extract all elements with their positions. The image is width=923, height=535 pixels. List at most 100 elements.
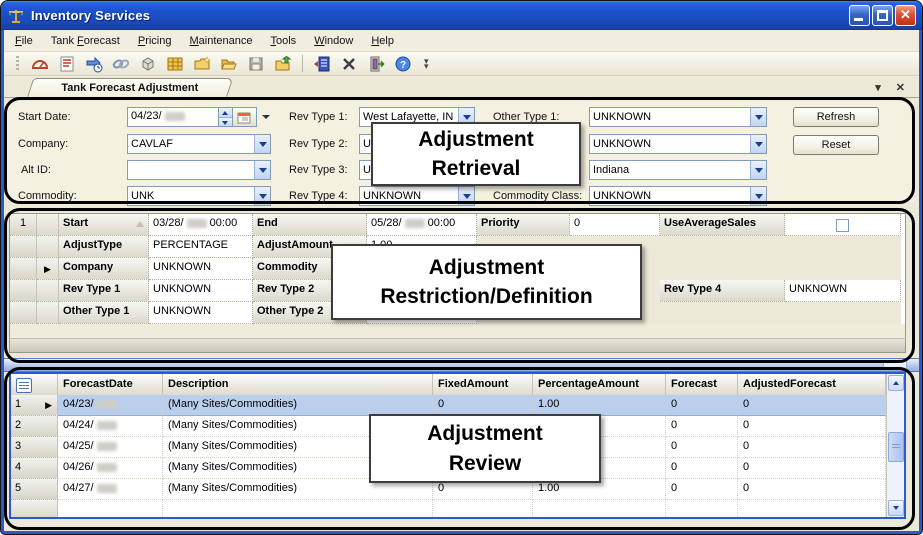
cell-forecastdate[interactable]: 04/26/ <box>58 458 163 479</box>
cell-forecastdate[interactable]: 04/24/ <box>58 416 163 437</box>
report-icon[interactable] <box>57 54 77 74</box>
menu-tools[interactable]: Tools <box>271 35 297 47</box>
exit-icon[interactable] <box>366 54 386 74</box>
column-header-description[interactable]: Description <box>163 374 433 396</box>
company-combobox[interactable]: CAVLAF <box>127 134 271 154</box>
help-icon[interactable]: ? <box>393 54 413 74</box>
refresh-button[interactable]: Refresh <box>793 107 879 127</box>
cell-forecastdate[interactable]: 04/23/ <box>58 395 163 416</box>
definition-value-end[interactable]: 05/28/ 00:00 <box>367 214 477 236</box>
column-header-forecast[interactable]: Forecast <box>666 374 738 396</box>
cell-forecast[interactable]: 0 <box>666 437 738 458</box>
gauge-icon[interactable] <box>30 54 50 74</box>
definition-value-priority[interactable]: 0 <box>570 214 660 236</box>
column-header-adjustedforecast[interactable]: AdjustedForecast <box>738 374 886 396</box>
splitter-bar[interactable] <box>4 358 919 372</box>
cell-forecast[interactable]: 0 <box>666 395 738 416</box>
alt-id-combobox[interactable] <box>127 160 271 180</box>
start-date-input[interactable]: 04/23/ <box>127 107 219 127</box>
cube-icon[interactable] <box>138 54 158 74</box>
open-folder-icon[interactable] <box>219 54 239 74</box>
cell-forecastdate[interactable]: 04/25/ <box>58 437 163 458</box>
commodity-combobox[interactable]: UNK <box>127 186 271 206</box>
column-header-fixedamount[interactable]: FixedAmount <box>433 374 533 396</box>
rev-type-4-combobox[interactable]: UNKNOWN <box>359 186 475 206</box>
new-folder-icon[interactable] <box>192 54 212 74</box>
cell-description[interactable]: (Many Sites/Commodities) <box>163 395 433 416</box>
definition-value-start[interactable]: 03/28/ 00:00 <box>149 214 253 236</box>
toolbar-grip[interactable] <box>16 56 19 72</box>
maximize-button[interactable] <box>872 5 893 26</box>
combo-arrow-icon[interactable] <box>750 161 766 179</box>
spin-up-icon[interactable] <box>219 108 232 117</box>
cell-forecast[interactable]: 0 <box>666 479 738 500</box>
calendar-dropdown-icon[interactable] <box>259 107 272 127</box>
combo-arrow-icon[interactable] <box>254 161 270 179</box>
use-average-sales-checkbox[interactable] <box>836 219 849 232</box>
combo-arrow-icon[interactable] <box>750 187 766 205</box>
row-header[interactable]: 4 <box>11 458 58 479</box>
export-folder-icon[interactable] <box>273 54 293 74</box>
scroll-up-icon[interactable] <box>888 375 904 391</box>
definition-value-rev-type-1[interactable]: UNKNOWN <box>149 280 253 302</box>
combo-arrow-icon[interactable] <box>750 108 766 126</box>
other-type-1-combobox[interactable]: UNKNOWN <box>589 107 767 127</box>
row-header[interactable]: 3 <box>11 437 58 458</box>
cell-adjustedforecast[interactable]: 0 <box>738 437 886 458</box>
tab-tank-forecast-adjustment[interactable]: Tank Forecast Adjustment <box>27 78 233 98</box>
definition-value-company[interactable]: UNKNOWN <box>149 258 253 280</box>
row-header[interactable]: 5 <box>11 479 58 500</box>
menu-help[interactable]: Help <box>371 35 394 47</box>
combo-arrow-icon[interactable] <box>458 187 474 205</box>
combo-arrow-icon[interactable] <box>254 187 270 205</box>
column-header-percentageamount[interactable]: PercentageAmount <box>533 374 666 396</box>
definition-value-rev-type-4[interactable]: UNKNOWN <box>785 280 901 302</box>
minimize-button[interactable] <box>849 5 870 26</box>
combo-arrow-icon[interactable] <box>254 135 270 153</box>
splitter-button[interactable] <box>883 360 907 371</box>
reset-button[interactable]: Reset <box>793 135 879 155</box>
column-header-forecastdate[interactable]: ForecastDate <box>58 374 163 396</box>
vertical-scrollbar[interactable] <box>886 374 904 517</box>
scrollbar-thumb[interactable] <box>888 432 904 462</box>
other-row2-combobox[interactable]: UNKNOWN <box>589 134 767 154</box>
schedule-icon[interactable] <box>84 54 104 74</box>
definition-value-useaveragesales <box>785 214 901 236</box>
menu-window[interactable]: Window <box>314 35 353 47</box>
definition-value-other-type-1[interactable]: UNKNOWN <box>149 302 253 324</box>
menu-pricing[interactable]: Pricing <box>138 35 172 47</box>
combo-arrow-icon[interactable] <box>750 135 766 153</box>
row-header[interactable]: 1▶ <box>11 395 58 416</box>
cell-forecast[interactable]: 0 <box>666 458 738 479</box>
menu-tank-forecast[interactable]: Tank Forecast <box>51 35 120 47</box>
menu-maintenance[interactable]: Maintenance <box>190 35 253 47</box>
cell-adjustedforecast[interactable]: 0 <box>738 458 886 479</box>
import-list-icon[interactable] <box>312 54 332 74</box>
row-header[interactable]: 2 <box>11 416 58 437</box>
start-date-spinner[interactable] <box>219 107 233 127</box>
delete-icon[interactable] <box>339 54 359 74</box>
commodity-class-combobox[interactable]: UNKNOWN <box>589 186 767 206</box>
cell-adjustedforecast[interactable]: 0 <box>738 479 886 500</box>
menu-file[interactable]: File <box>15 35 33 47</box>
redacted-text <box>165 112 185 121</box>
toolbar-overflow-icon[interactable]: ▾▾ <box>424 59 429 69</box>
cell-adjustedforecast[interactable]: 0 <box>738 416 886 437</box>
cell-fixedamount[interactable]: 0 <box>433 395 533 416</box>
tab-strip-controls[interactable]: ▾ ✕ <box>875 81 911 94</box>
spin-down-icon[interactable] <box>219 117 232 126</box>
table-icon[interactable] <box>165 54 185 74</box>
scroll-down-icon[interactable] <box>888 500 904 516</box>
cell-adjustedforecast[interactable]: 0 <box>738 395 886 416</box>
calendar-button[interactable] <box>233 107 257 127</box>
other-row3-combobox[interactable]: Indiana <box>589 160 767 180</box>
cell-percentageamount[interactable]: 1.00 <box>533 395 666 416</box>
save-icon[interactable] <box>246 54 266 74</box>
definition-value-adjusttype[interactable]: PERCENTAGE <box>149 236 253 258</box>
definition-label-rev-type-1: Rev Type 1 <box>59 280 149 302</box>
links-icon[interactable] <box>111 54 131 74</box>
cell-forecastdate[interactable]: 04/27/ <box>58 479 163 500</box>
field-chooser-icon[interactable] <box>16 378 32 393</box>
close-button[interactable]: ✕ <box>895 5 916 26</box>
cell-forecast[interactable]: 0 <box>666 416 738 437</box>
